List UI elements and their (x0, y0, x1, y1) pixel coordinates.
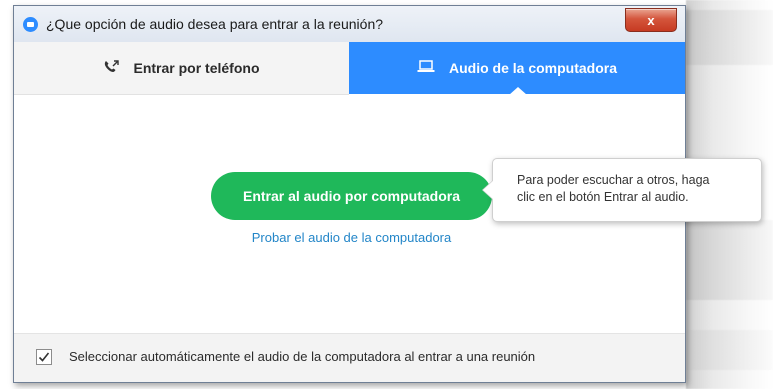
tab-phone[interactable]: Entrar por teléfono (14, 42, 349, 95)
join-audio-tooltip: Para poder escuchar a otros, haga clic e… (482, 158, 762, 222)
tab-bar: Entrar por teléfono Audio de la computad… (14, 42, 685, 95)
laptop-icon (417, 60, 435, 76)
tooltip-arrow (483, 180, 494, 200)
phone-icon (103, 59, 120, 77)
background-streak (686, 220, 773, 300)
auto-select-audio-checkbox[interactable] (36, 349, 52, 365)
tab-computer-label: Audio de la computadora (448, 60, 617, 76)
tab-computer-audio[interactable]: Audio de la computadora (349, 42, 685, 95)
footer-bar: Seleccionar automáticamente el audio de … (14, 333, 685, 382)
tab-phone-label: Entrar por teléfono (133, 60, 260, 76)
zoom-app-icon (23, 17, 38, 32)
active-tab-indicator (509, 87, 527, 95)
auto-select-audio-label[interactable]: Seleccionar automáticamente el audio de … (69, 349, 535, 364)
tooltip-line-2: clic en el botón Entrar al audio. (517, 190, 689, 204)
checkmark-icon (38, 352, 50, 362)
title-bar[interactable]: ¿Que opción de audio desea para entrar a… (14, 6, 685, 43)
background-streak (686, 10, 773, 65)
background-streak (686, 330, 773, 370)
tooltip-line-1: Para poder escuchar a otros, haga (517, 173, 710, 187)
window-title: ¿Que opción de audio desea para entrar a… (46, 16, 384, 32)
test-computer-audio-link[interactable]: Probar el audio de la computadora (211, 230, 492, 245)
join-computer-audio-button[interactable]: Entrar al audio por computadora (211, 172, 492, 220)
close-button[interactable]: x (625, 8, 677, 32)
close-icon: x (647, 12, 655, 28)
